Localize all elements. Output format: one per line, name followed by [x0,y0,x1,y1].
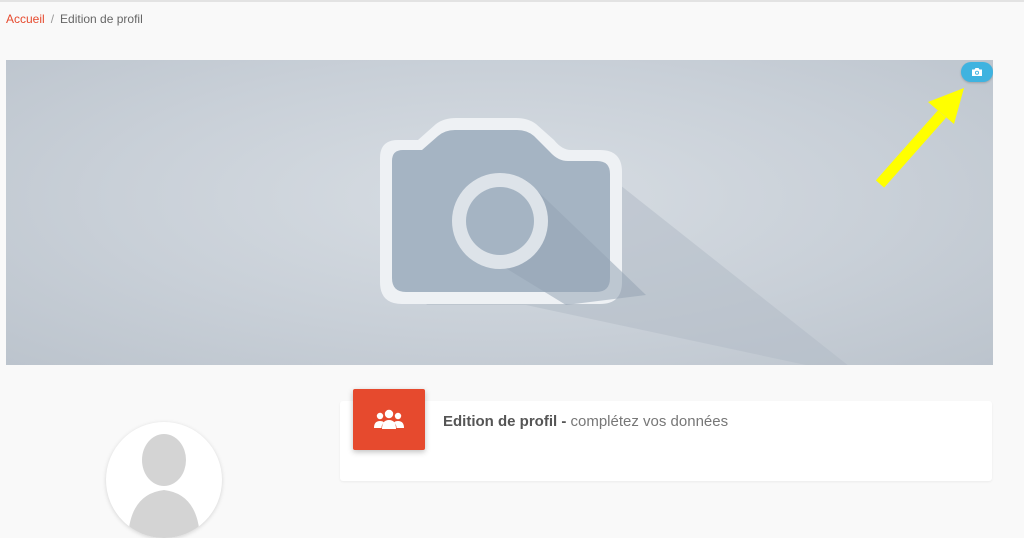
users-group-icon [374,409,404,429]
panel-title: Edition de profil - complétez vos donnée… [443,413,728,430]
panel-icon-box [353,389,425,450]
breadcrumb: Accueil / Edition de profil [6,12,143,26]
panel-subtitle: complétez vos données [570,413,729,430]
panel-title-separator: - [557,413,571,430]
top-border [0,0,1024,2]
change-cover-photo-button[interactable] [961,62,993,82]
user-silhouette-icon [128,434,200,538]
breadcrumb-current: Edition de profil [60,12,143,26]
camera-icon [972,68,982,76]
panel-title-main: Edition de profil [443,413,558,430]
profile-avatar[interactable] [106,422,222,538]
breadcrumb-separator: / [50,12,55,26]
cover-placeholder-camera-icon [380,118,993,365]
cover-photo [6,60,993,365]
yellow-arrow-annotation [875,88,964,188]
breadcrumb-home-link[interactable]: Accueil [6,12,45,26]
